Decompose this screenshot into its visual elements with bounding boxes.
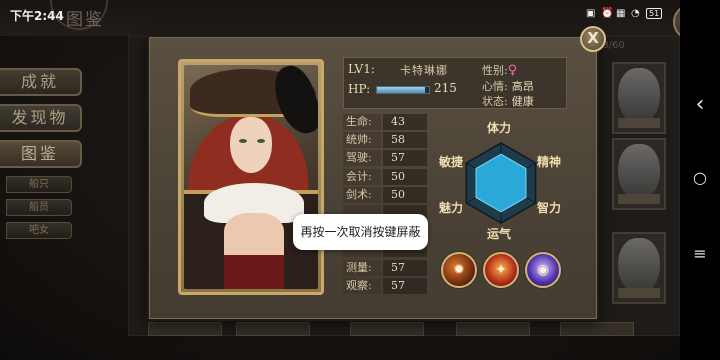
female-symbol-icon: ♀ [507, 63, 518, 78]
stat-value: 50 [383, 168, 427, 185]
character-level: LV1: [348, 62, 375, 76]
stat-row: 统帅: 58 [343, 131, 429, 149]
stat-value: 57 [383, 259, 427, 276]
stat-key: 驾驶: [343, 150, 381, 167]
page-title: 图鉴 [66, 10, 104, 30]
stat-value: 57 [383, 150, 427, 167]
purple-spirit-icon[interactable]: ◉ [525, 252, 561, 288]
portrait-frame [178, 59, 324, 295]
stat-value: 58 [383, 132, 427, 149]
hp-label: HP: [348, 82, 371, 96]
portrait-corset [224, 255, 284, 289]
wifi-icon: ◔ [631, 8, 640, 19]
radar-label-charm: 魅力 [439, 201, 464, 215]
stat-value: 50 [383, 186, 427, 203]
radar-label-agility: 敏捷 [439, 155, 464, 169]
stat-key: 观察: [343, 277, 381, 294]
close-button[interactable]: X [580, 26, 606, 52]
radar-label-luck: 运气 [487, 227, 512, 241]
game-top-bar: 图鉴 [0, 0, 680, 36]
hp-bar-fill [377, 87, 425, 93]
stat-row: 测量: 57 [343, 259, 429, 277]
mood-label: 心情: [482, 80, 508, 93]
stat-key: 生命: [343, 114, 381, 131]
state-value: 健康 [511, 95, 534, 108]
state-row: 状态: 健康 [482, 93, 534, 109]
mood-row: 心情: 高昂 [482, 78, 534, 94]
battery-icon: 51 [646, 8, 663, 19]
portrait-body [224, 213, 284, 259]
signal-icon: ▦ [616, 8, 626, 19]
hp-value: 215 [434, 81, 457, 95]
stat-value: 57 [383, 277, 427, 294]
stat-row: 生命: 43 [343, 113, 429, 131]
gender-label: 性别: [482, 64, 508, 77]
radar-label-spirit: 精神 [537, 155, 562, 169]
app-notification-icon: ▣ [586, 8, 596, 19]
alarm-icon: ⏰ [601, 8, 614, 19]
stat-key: 测量: [343, 259, 381, 276]
stat-row: 剑术: 50 [343, 186, 429, 204]
character-header: LV1: 卡特琳娜 HP: 215 性别:♀ 心情: 高昂 状态: 健康 [343, 57, 567, 109]
character-portrait [184, 65, 318, 289]
character-name: 卡特琳娜 [400, 64, 448, 77]
portrait-face [230, 117, 272, 173]
stat-row: 观察: 57 [343, 277, 429, 295]
stat-key: 统帅: [343, 132, 381, 149]
gender-row: 性别:♀ [482, 62, 517, 78]
stat-list: 生命: 43 统帅: 58 驾驶: 57 会计: 50 剑术: 50 测量: 57 观察: 5… [343, 113, 429, 297]
mood-value: 高昂 [511, 80, 534, 93]
nav-menu-button[interactable]: ≡ [680, 244, 720, 263]
status-time: 下午2:44 [10, 9, 64, 23]
portrait-eye [239, 139, 247, 143]
flame-slash-icon[interactable]: ✦ [483, 252, 519, 288]
radar-label-intellect: 智力 [537, 201, 562, 215]
stat-row: 驾驶: 57 [343, 149, 429, 167]
state-label: 状态: [482, 95, 508, 108]
stat-value: 43 [383, 114, 427, 131]
stat-key: 剑术: [343, 186, 381, 203]
portrait-eye [257, 139, 265, 143]
character-detail-dialog: LV1: 卡特琳娜 HP: 215 性别:♀ 心情: 高昂 状态: 健康 生命: 43… [147, 35, 599, 321]
cannon-fire-icon[interactable]: ✹ [441, 252, 477, 288]
toast-message: 再按一次取消按键屏蔽 [293, 214, 428, 250]
nav-home-button[interactable]: ○ [680, 168, 720, 187]
system-nav-bar: ‹ ○ ≡ [680, 0, 720, 360]
stat-row: 会计: 50 [343, 168, 429, 186]
hp-bar [376, 86, 430, 94]
status-icons: ▣ ⏰ ▦ ◔ 51 [586, 8, 663, 19]
radar-label-stamina: 体力 [487, 121, 512, 135]
nav-back-button[interactable]: ‹ [680, 92, 720, 117]
stat-key: 会计: [343, 168, 381, 185]
